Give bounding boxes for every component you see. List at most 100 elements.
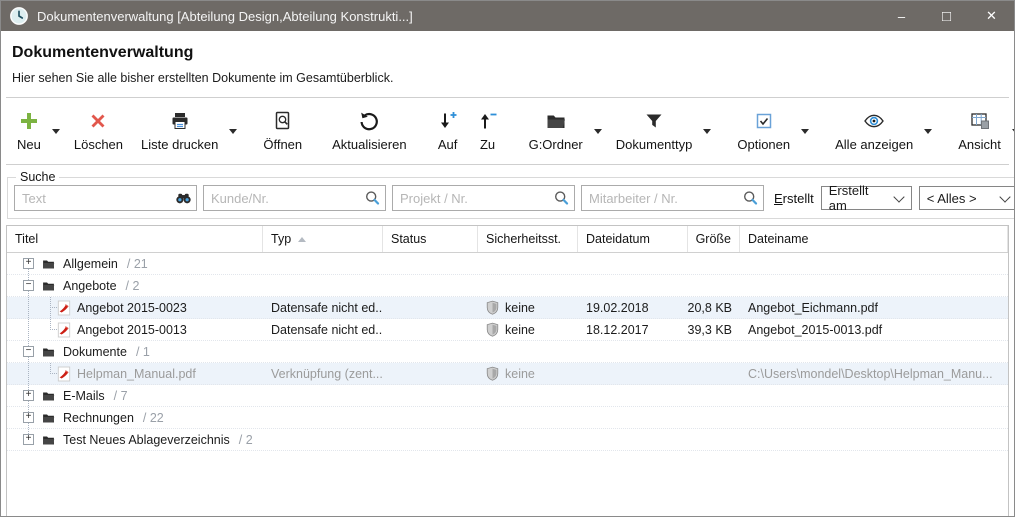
column-header-titel[interactable]: Titel: [7, 226, 263, 252]
groesse-value: 39,3 KB: [688, 323, 732, 337]
toolbar-button-dokumenttyp[interactable]: Dokumenttyp: [607, 101, 702, 161]
dropdown-caret-icon[interactable]: [227, 125, 239, 138]
dropdown-caret-icon[interactable]: [922, 125, 934, 138]
tree-folder-row[interactable]: −Dokumente/ 1: [7, 341, 1008, 363]
sort-ascending-icon: [298, 237, 306, 242]
tree-folder-row[interactable]: −Angebote/ 2: [7, 275, 1008, 297]
document-grid: TitelTypStatus Sicherheitsst. DateidatumGr…: [6, 225, 1009, 517]
folder-doc-count: / 22: [143, 411, 164, 425]
search-input-kunde-nr[interactable]: [204, 191, 385, 206]
minimize-button[interactable]: –: [879, 1, 924, 31]
toolbar-button-label: Dokumenttyp: [616, 137, 693, 152]
document-row[interactable]: Angebot 2015-0023Datensafe nicht ed...ke…: [7, 297, 1008, 319]
doc-titel-content: Helpman_Manual.pdf: [7, 366, 263, 382]
magnifier-icon: [552, 189, 571, 208]
groesse-cell: [688, 341, 740, 362]
column-header-sicherheitsst[interactable]: Sicherheitsst.: [478, 226, 578, 252]
dropdown-caret-icon[interactable]: [592, 125, 604, 138]
toolbar-button-liste-drucken[interactable]: Liste drucken: [132, 101, 227, 161]
status-cell: [383, 363, 478, 384]
groesse-cell: 39,3 KB: [688, 319, 740, 340]
folder-doc-count: / 2: [126, 279, 140, 293]
dropdown-caret-icon[interactable]: [1010, 125, 1015, 138]
sicherheitsstufe-cell: [478, 341, 578, 362]
tree-folder-row[interactable]: +Test Neues Ablageverzeichnis/ 2: [7, 429, 1008, 451]
search-input-projekt-nr[interactable]: [393, 191, 574, 206]
toolbar-button-neu[interactable]: Neu: [8, 101, 50, 161]
dateidatum-cell: [578, 363, 688, 384]
datum-value: 18.12.2017: [586, 323, 649, 337]
dateidatum-cell: 18.12.2017: [578, 319, 688, 340]
column-header-label: Sicherheitsst.: [486, 232, 561, 246]
search-input-mitarbeiter-nr[interactable]: [582, 191, 763, 206]
tree-folder-row[interactable]: + Rechnungen / 22: [7, 407, 1008, 429]
tree-expander[interactable]: +: [23, 258, 34, 269]
folder-name: E-Mails: [63, 389, 105, 403]
folder-name: Allgemein: [63, 257, 118, 271]
page-header: Dokumentenverwaltung Hier sehen Sie alle…: [6, 31, 1009, 98]
maximize-button[interactable]: □: [924, 1, 969, 31]
dropdown-caret-icon[interactable]: [799, 125, 811, 138]
erstellt-field-select[interactable]: Erstellt am: [821, 186, 912, 210]
erstellt-range-select[interactable]: < Alles >: [919, 186, 1015, 210]
toolbar-button-g-ordner[interactable]: G:Ordner: [520, 101, 592, 161]
document-row[interactable]: Angebot 2015-0013Datensafe nicht ed...ke…: [7, 319, 1008, 341]
tree-expander[interactable]: −: [23, 280, 34, 291]
dateidatum-cell: [578, 385, 688, 406]
groesse-cell: 20,8 KB: [688, 297, 740, 318]
typ-cell: [263, 275, 383, 296]
filter-icon: [643, 110, 665, 132]
column-header-label: Dateiname: [748, 232, 808, 246]
status-cell: [383, 253, 478, 274]
groesse-cell: [688, 253, 740, 274]
toolbar-button-aktualisieren[interactable]: Aktualisieren: [323, 101, 415, 161]
folder-icon: [40, 257, 57, 271]
chevron-down-icon: [999, 191, 1010, 202]
tree-expander[interactable]: +: [23, 434, 34, 445]
column-header-status[interactable]: Status: [383, 226, 478, 252]
sicherheitsstufe-cell: keine: [478, 297, 578, 318]
tree-folder-row[interactable]: +Allgemein/ 21: [7, 253, 1008, 275]
toolbar-button-loschen[interactable]: Löschen: [65, 101, 132, 161]
dropdown-caret-icon[interactable]: [50, 125, 62, 138]
eye-icon: [863, 110, 885, 132]
search-group-label: Suche: [16, 170, 59, 184]
column-header-dateiname[interactable]: Dateiname: [740, 226, 1008, 252]
folder-name: Test Neues Ablageverzeichnis: [63, 433, 230, 447]
tree-folder-row[interactable]: +E-Mails/ 7: [7, 385, 1008, 407]
folder-icon: [40, 433, 57, 447]
folder-name: Rechnungen: [63, 411, 134, 425]
document-title: Angebot 2015-0013: [77, 323, 187, 337]
sicherheit-value: keine: [505, 367, 535, 381]
column-header-typ[interactable]: Typ: [263, 226, 383, 252]
tree-expander[interactable]: +: [23, 390, 34, 401]
tree-line: [50, 363, 51, 374]
toolbar-button-alle-anzeigen[interactable]: Alle anzeigen: [826, 101, 922, 161]
status-cell: [383, 341, 478, 362]
titlebar[interactable]: Dokumentenverwaltung [Abteilung Design,A…: [1, 1, 1014, 31]
toolbar-button-zu[interactable]: Zu: [468, 101, 508, 161]
dropdown-caret-icon[interactable]: [701, 125, 713, 138]
column-header-dateidatum[interactable]: Dateidatum: [578, 226, 688, 252]
typ-cell: Verknüpfung (zent...: [263, 363, 383, 384]
toolbar-button-offnen[interactable]: Öffnen: [254, 101, 311, 161]
pdf-file-icon: [57, 366, 71, 382]
magnifier-icon: [741, 189, 760, 208]
document-row[interactable]: Helpman_Manual.pdf Verknüpfung (zent... ke…: [7, 363, 1008, 385]
close-button[interactable]: ✕: [969, 1, 1014, 31]
sicherheitsstufe-cell: keine: [478, 319, 578, 340]
toolbar-button-ansicht[interactable]: Ansicht: [949, 101, 1010, 161]
toolbar-button-auf[interactable]: Auf: [428, 101, 468, 161]
dateidatum-cell: [578, 275, 688, 296]
dateidatum-cell: [578, 341, 688, 362]
column-header-grosse[interactable]: Größe: [688, 226, 740, 252]
search-field-projekt-nr: [392, 185, 575, 211]
document-title: Helpman_Manual.pdf: [77, 367, 196, 381]
tree-expander[interactable]: −: [23, 346, 34, 357]
doc-titel-content: Angebot 2015-0023: [7, 300, 263, 316]
page-title: Dokumentenverwaltung: [12, 44, 1003, 62]
tree-expander[interactable]: +: [23, 412, 34, 423]
window-controls: – □ ✕: [879, 1, 1014, 31]
search-input-text[interactable]: [15, 191, 196, 206]
toolbar-button-optionen[interactable]: Optionen: [728, 101, 799, 161]
